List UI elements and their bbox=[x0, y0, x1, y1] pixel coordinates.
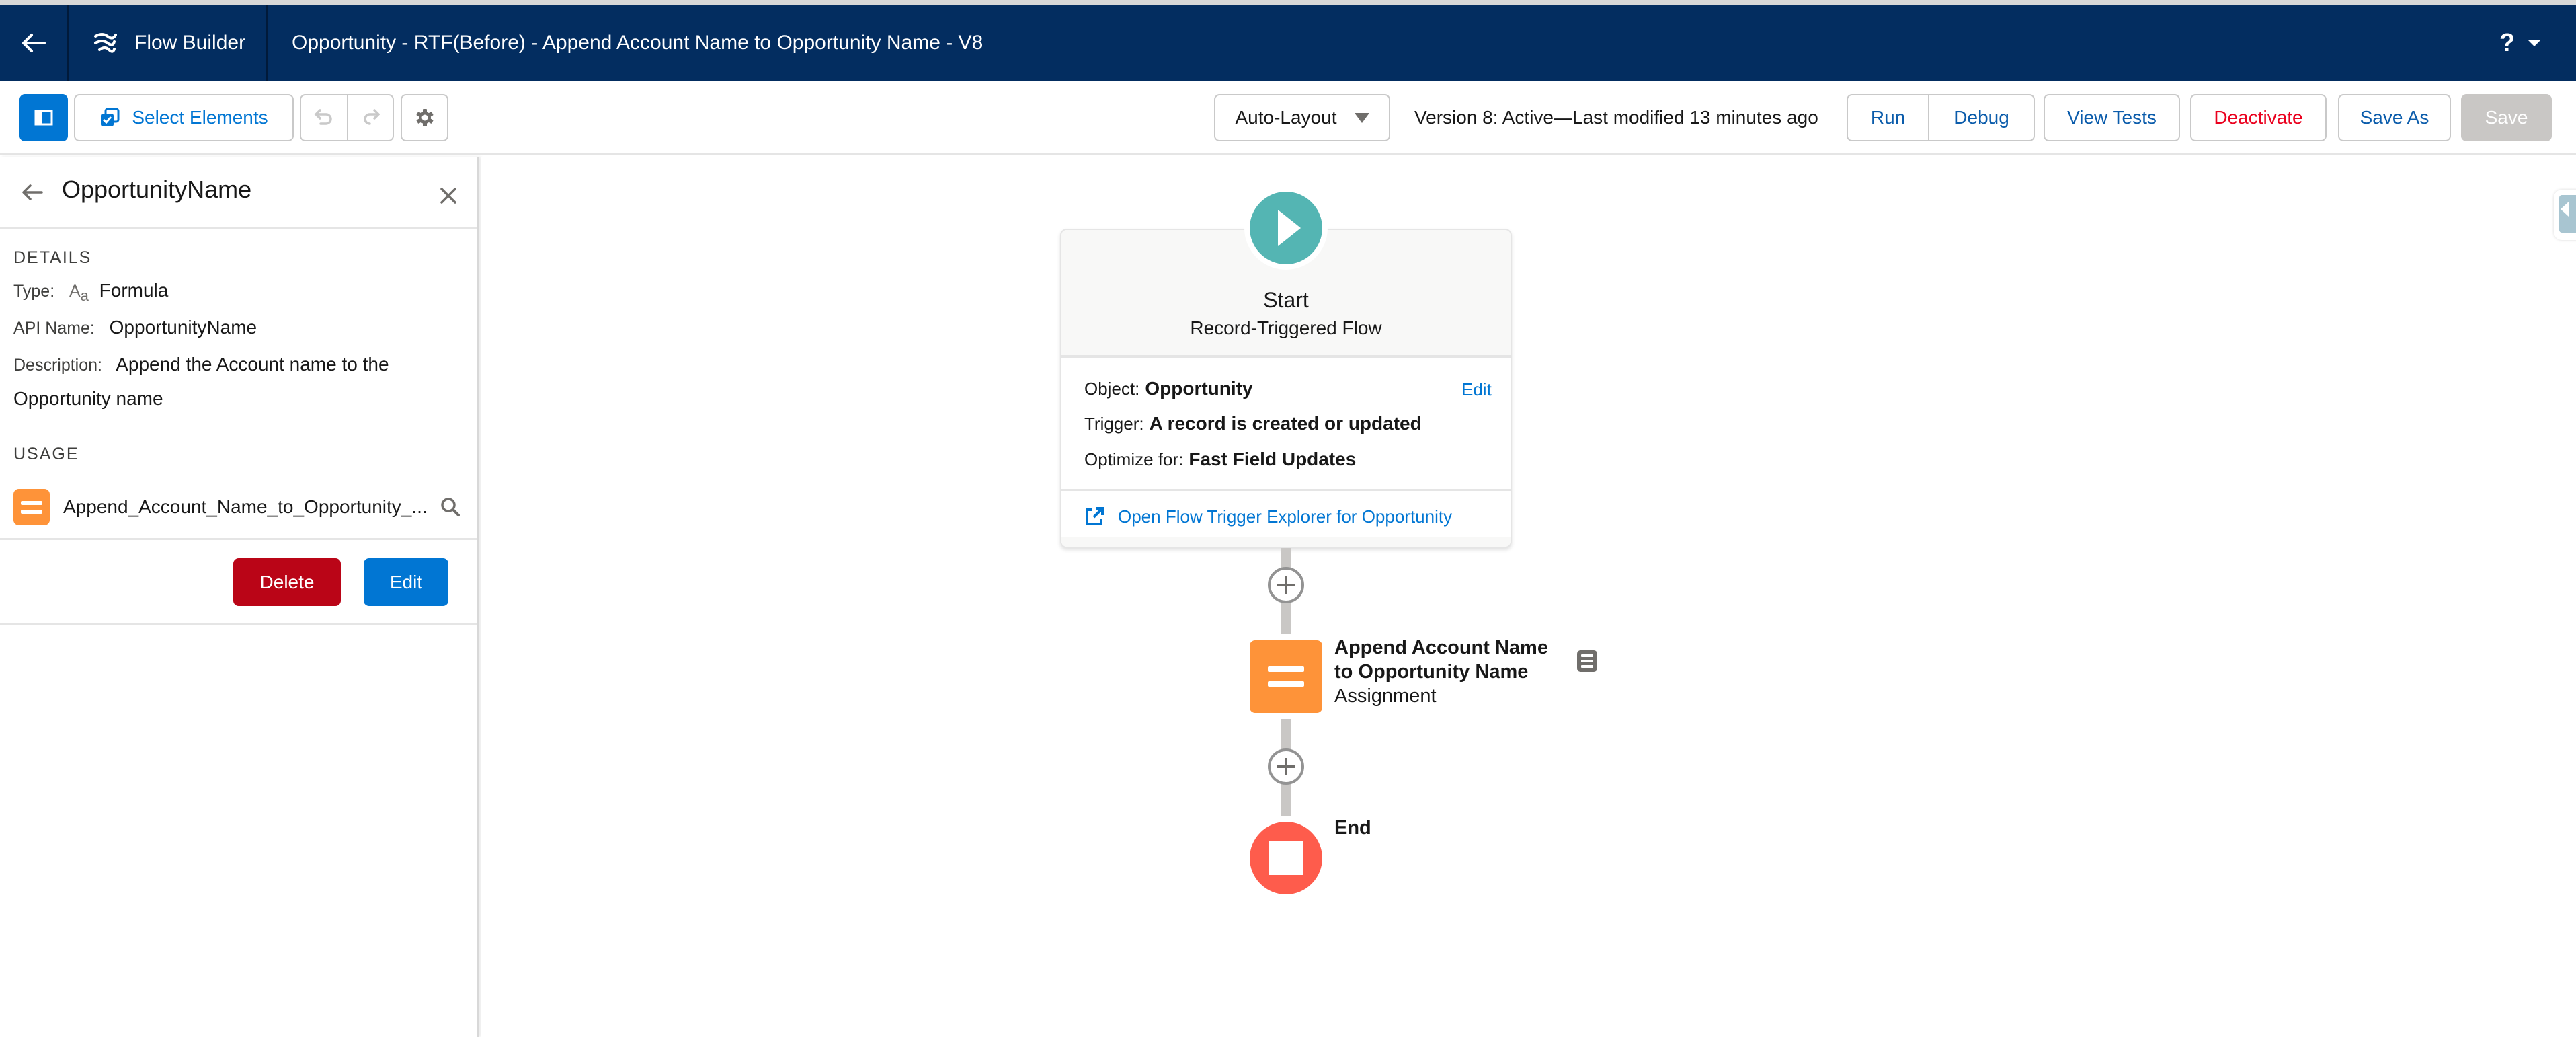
redo-button[interactable] bbox=[347, 95, 393, 140]
flow-properties-button[interactable] bbox=[401, 94, 448, 141]
expand-right-panel-button[interactable] bbox=[2554, 190, 2576, 240]
api-name-value: OpportunityName bbox=[109, 317, 257, 338]
start-object-row: Object: Opportunity bbox=[1084, 378, 1253, 399]
back-button[interactable] bbox=[0, 5, 69, 81]
caret-down-icon bbox=[1354, 112, 1369, 123]
window-top-strip bbox=[0, 0, 2576, 5]
start-node-card[interactable]: Start Record-Triggered Flow Object: Oppor… bbox=[1060, 229, 1512, 548]
assignment-node[interactable] bbox=[1250, 640, 1322, 713]
layout-select[interactable]: Auto-Layout bbox=[1214, 94, 1390, 141]
panel-back-button[interactable] bbox=[19, 179, 46, 206]
description-note-icon[interactable] bbox=[1577, 650, 1597, 672]
start-optimize-row: Optimize for: Fast Field Updates bbox=[1084, 449, 1356, 470]
card-divider bbox=[1061, 489, 1511, 491]
edit-button[interactable]: Edit bbox=[364, 558, 448, 606]
panel-title: OpportunityName bbox=[62, 176, 252, 203]
view-tests-button[interactable]: View Tests bbox=[2044, 94, 2180, 141]
toggle-left-panel-button[interactable] bbox=[19, 94, 68, 141]
select-elements-label: Select Elements bbox=[132, 107, 268, 128]
object-label: Object: bbox=[1084, 379, 1140, 399]
end-node[interactable] bbox=[1250, 822, 1322, 894]
left-panel-icon bbox=[34, 110, 53, 126]
undo-button[interactable] bbox=[301, 95, 347, 140]
flow-icon bbox=[94, 33, 117, 53]
redo-icon bbox=[364, 109, 380, 125]
details-heading: DETAILS bbox=[13, 248, 92, 267]
usage-list-item[interactable]: Append_Account_Name_to_Opportunity_... bbox=[13, 488, 464, 526]
assignment-node-label: Append Account Name to Opportunity Name … bbox=[1334, 636, 1548, 708]
caret-down-icon bbox=[2528, 40, 2541, 46]
panel-divider bbox=[0, 623, 477, 625]
undo-redo-group bbox=[300, 94, 394, 141]
version-status: Version 8: Active—Last modified 13 minut… bbox=[1414, 107, 1818, 128]
app-header: Flow Builder Opportunity - RTF(Before) -… bbox=[0, 5, 2576, 81]
debug-button[interactable]: Debug bbox=[1928, 95, 2034, 140]
stop-icon bbox=[1269, 841, 1303, 875]
select-elements-icon bbox=[101, 108, 120, 126]
assignment-name-line1: Append Account Name bbox=[1334, 637, 1548, 658]
panel-close-button[interactable] bbox=[434, 181, 463, 210]
assignment-type: Assignment bbox=[1334, 685, 1437, 707]
app-name: Flow Builder bbox=[134, 32, 246, 54]
add-element-button[interactable] bbox=[1268, 567, 1304, 603]
description-label: Description: bbox=[13, 356, 102, 375]
end-node-label: End bbox=[1334, 817, 1371, 839]
text-formula-icon: Aa bbox=[69, 282, 89, 304]
detail-api-name: API Name: OpportunityName bbox=[13, 311, 457, 345]
trigger-label: Trigger: bbox=[1084, 414, 1144, 434]
app-brand: Flow Builder bbox=[69, 5, 268, 81]
help-menu-button[interactable]: ? bbox=[2499, 5, 2541, 81]
panel-divider bbox=[0, 538, 477, 540]
flow-title: Opportunity - RTF(Before) - Append Accou… bbox=[292, 32, 983, 54]
save-as-button[interactable]: Save As bbox=[2338, 94, 2451, 141]
help-icon: ? bbox=[2499, 28, 2515, 57]
flow-canvas[interactable] bbox=[481, 157, 2576, 1037]
toolbar: Select Elements Auto-Layout Version 8: A… bbox=[0, 81, 2576, 155]
run-button[interactable]: Run bbox=[1848, 95, 1928, 140]
deactivate-button[interactable]: Deactivate bbox=[2190, 94, 2327, 141]
start-trigger-row: Trigger: A record is created or updated bbox=[1084, 413, 1422, 434]
trigger-value: A record is created or updated bbox=[1149, 413, 1422, 434]
usage-heading: USAGE bbox=[13, 445, 79, 463]
select-elements-button[interactable]: Select Elements bbox=[74, 94, 294, 141]
type-value: Formula bbox=[99, 280, 169, 301]
arrow-left-icon bbox=[22, 184, 43, 200]
start-node[interactable] bbox=[1244, 186, 1328, 270]
save-button[interactable]: Save bbox=[2461, 94, 2552, 141]
open-flow-trigger-explorer-link[interactable]: Open Flow Trigger Explorer for Opportuni… bbox=[1084, 503, 1452, 530]
optimize-value: Fast Field Updates bbox=[1189, 449, 1357, 469]
explorer-link-label: Open Flow Trigger Explorer for Opportuni… bbox=[1118, 506, 1453, 527]
close-icon bbox=[440, 188, 456, 204]
detail-description: Description: Append the Account name to … bbox=[13, 348, 457, 416]
start-edit-link[interactable]: Edit bbox=[1461, 379, 1492, 400]
layout-select-value: Auto-Layout bbox=[1235, 107, 1337, 128]
undo-icon bbox=[314, 109, 332, 125]
run-debug-group: Run Debug bbox=[1847, 94, 2035, 141]
search-icon[interactable] bbox=[437, 494, 464, 521]
add-element-button[interactable] bbox=[1268, 748, 1304, 785]
resource-details-panel: OpportunityName DETAILS Type: Aa Formula… bbox=[0, 157, 479, 1037]
start-title: Start bbox=[1263, 288, 1309, 312]
assignment-icon bbox=[13, 489, 50, 525]
start-subtitle: Record-Triggered Flow bbox=[1190, 317, 1382, 338]
chevron-left-icon bbox=[2561, 202, 2569, 217]
optimize-label: Optimize for: bbox=[1084, 449, 1184, 469]
assignment-name-line2: to Opportunity Name bbox=[1334, 661, 1529, 683]
new-window-icon bbox=[1086, 507, 1104, 525]
api-name-label: API Name: bbox=[13, 319, 95, 338]
detail-type: Type: Aa Formula bbox=[13, 274, 457, 313]
panel-header: OpportunityName bbox=[0, 157, 477, 229]
play-icon bbox=[1278, 210, 1301, 246]
type-label: Type: bbox=[13, 282, 55, 301]
arrow-left-icon bbox=[22, 34, 46, 52]
usage-item-label[interactable]: Append_Account_Name_to_Opportunity_... bbox=[63, 496, 437, 518]
gear-icon bbox=[416, 109, 433, 126]
object-value: Opportunity bbox=[1145, 378, 1253, 399]
delete-button[interactable]: Delete bbox=[233, 558, 341, 606]
